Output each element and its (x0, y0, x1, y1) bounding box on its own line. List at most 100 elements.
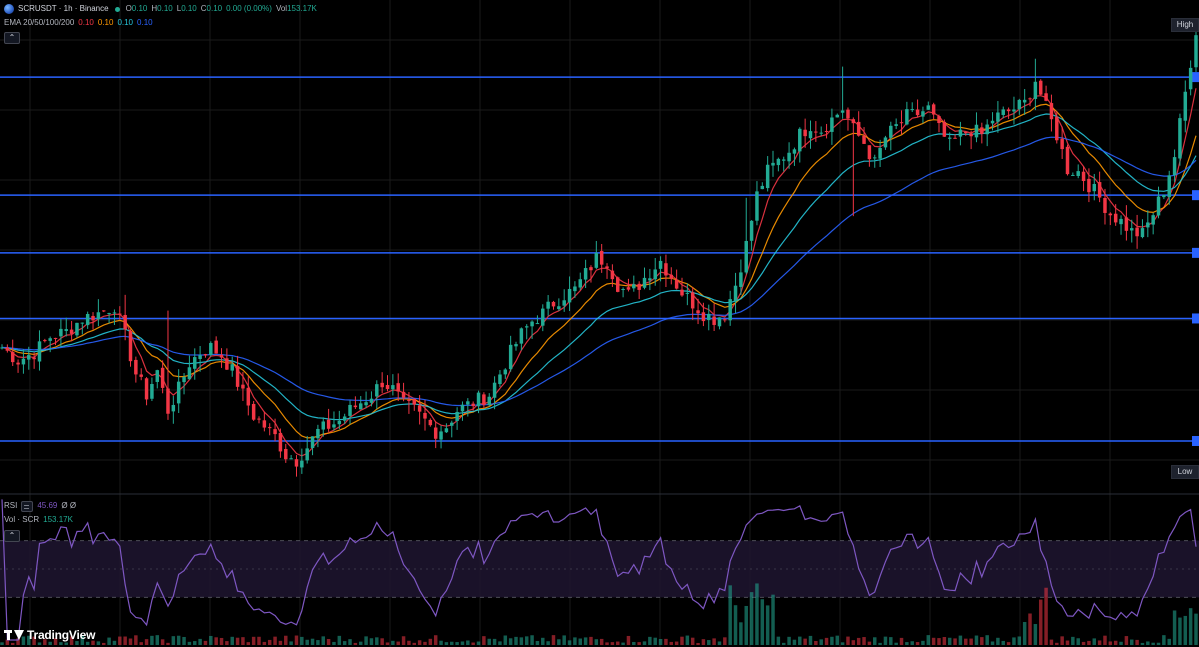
chart-canvas[interactable] (0, 0, 1199, 647)
volume-bar (455, 642, 459, 645)
candle (514, 341, 518, 351)
candle-body (503, 369, 508, 375)
candle-body (996, 112, 1000, 122)
candle-body (883, 137, 888, 148)
candle-body (926, 105, 931, 110)
candle-body (428, 419, 433, 426)
candle-body (5, 347, 10, 351)
candle (583, 259, 588, 289)
candle (889, 121, 893, 151)
tradingview-logo[interactable]: TradingView (4, 627, 95, 643)
candle (176, 369, 181, 414)
candle-body (541, 308, 545, 326)
volume-bar (824, 637, 829, 645)
ema-legend[interactable]: EMA 20/50/100/200 0.10 0.10 0.10 0.10 (4, 17, 153, 29)
ema100-line (1, 113, 1197, 421)
candle-body (755, 191, 759, 221)
candle (444, 423, 449, 434)
volume-bar (524, 636, 529, 645)
rsi-extra: Ø Ø (61, 501, 77, 510)
rsi-settings-icon[interactable] (21, 500, 34, 512)
volume-bar (492, 638, 497, 645)
candle (1012, 96, 1016, 125)
candle (225, 348, 229, 370)
candle (808, 120, 813, 149)
candle (819, 126, 823, 136)
candle (980, 122, 984, 144)
candle (160, 360, 165, 394)
chart-stage[interactable]: SCRUSDT · 1h · Binance O0.10 H0.10 L0.10… (0, 0, 1199, 647)
volume-bar (947, 637, 952, 645)
candle (455, 407, 459, 430)
candle-body (910, 109, 914, 111)
volume-bar (942, 637, 947, 645)
candle-body (573, 286, 577, 292)
volume-bar (889, 637, 893, 645)
rsi-legend[interactable]: RSI 45.69 Ø Ø (4, 500, 76, 512)
symbol-legend: SCRUSDT · 1h · Binance O0.10 H0.10 L0.10… (4, 3, 317, 15)
volume-bar (712, 638, 716, 645)
candle-body (59, 328, 63, 337)
volume-bar (690, 637, 695, 645)
volume-bar (830, 636, 834, 645)
candle-body (605, 266, 609, 269)
candle (674, 269, 679, 290)
volume-bar (1044, 587, 1048, 645)
volume-bar (674, 641, 679, 645)
volume-legend[interactable]: Vol · SCR 153.17K (4, 514, 73, 526)
volume-bar (856, 637, 861, 645)
candle-body (1001, 109, 1005, 115)
candle-body (69, 329, 74, 334)
candle-body (514, 344, 518, 347)
volume-bar (781, 642, 786, 645)
volume-bar (664, 638, 668, 645)
candle-body (632, 284, 636, 289)
candle (10, 339, 15, 367)
collapse-indicators-button[interactable]: ⌃ (4, 530, 20, 542)
volume-bar (910, 641, 914, 645)
candle (450, 420, 454, 438)
candle-body (412, 398, 417, 405)
candle (985, 119, 989, 147)
volume-bar (353, 642, 358, 645)
candle (1033, 58, 1038, 111)
candle (557, 298, 561, 311)
volume-bar (840, 642, 845, 645)
candle-body (150, 384, 154, 399)
candle-body (455, 411, 459, 421)
candle-body (369, 398, 374, 403)
candle (915, 99, 920, 118)
candle-body (294, 459, 299, 467)
volume-bar (974, 635, 979, 645)
candles (0, 22, 1198, 477)
volume-bar (867, 641, 872, 645)
chevron-up-icon: ⌃ (8, 531, 16, 540)
volume-bar (300, 636, 304, 645)
candle-body (642, 277, 647, 288)
collapse-legend-button[interactable]: ⌃ (4, 32, 20, 44)
candle (541, 304, 545, 332)
candle-body (808, 131, 813, 139)
volume-bar (899, 637, 904, 645)
candle (1081, 166, 1086, 192)
candle (246, 376, 251, 416)
candle-body (262, 420, 267, 428)
candle (1097, 171, 1102, 203)
candle (118, 306, 122, 320)
candle-body (969, 133, 973, 137)
volume-bar (637, 642, 641, 645)
candle (771, 150, 775, 177)
volume-bar (310, 638, 315, 645)
volume-bar (150, 635, 154, 645)
candle (498, 370, 502, 387)
volume-bar (128, 638, 133, 645)
candle-body (551, 301, 556, 307)
volume-bar (267, 639, 272, 645)
candle-body (578, 279, 583, 288)
volume-bar (958, 635, 963, 645)
volume-legend-label: Vol · SCR (4, 515, 40, 524)
candle-body (648, 278, 652, 281)
symbol-title[interactable]: SCRUSDT · 1h · Binance (18, 3, 109, 15)
candle-body (176, 381, 181, 404)
volume-bar (1097, 640, 1102, 645)
